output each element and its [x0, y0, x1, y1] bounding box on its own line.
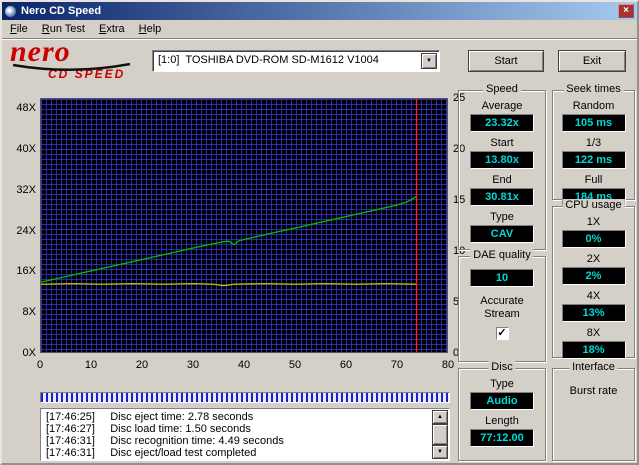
- panel-cpu-usage-title: CPU usage: [562, 199, 625, 211]
- axis-tick-label: 0: [36, 359, 44, 371]
- axis-tick-label: 60: [339, 359, 353, 371]
- axis-tick-label: 10: [84, 359, 98, 371]
- speed-type-label: Type: [490, 211, 514, 223]
- scroll-down-button[interactable]: ▼: [432, 445, 448, 459]
- panel-seek-times: Seek times Random 105 ms 1/3 122 ms Full…: [552, 83, 635, 206]
- menu-help[interactable]: Help: [132, 21, 169, 38]
- axis-tick-label: 0X: [22, 347, 36, 359]
- read-speed-curve: [41, 195, 417, 283]
- disc-type-label: Type: [490, 378, 514, 390]
- logo-swoosh: [12, 63, 131, 72]
- cpu-1x-value: 0%: [561, 230, 626, 248]
- title-bar[interactable]: Nero CD Speed ×: [2, 2, 637, 20]
- panel-speed: Speed Average 23.32x Start 13.80x End 30…: [458, 83, 546, 250]
- speed-end-value: 30.81x: [470, 188, 534, 206]
- axis-tick-label: 20: [135, 359, 149, 371]
- cpu-2x-value: 2%: [561, 267, 626, 285]
- panel-interface-title: Interface: [569, 361, 618, 373]
- axis-tick-label: 70: [390, 359, 404, 371]
- drive-selector-dropdown-button[interactable]: ▼: [421, 53, 437, 69]
- disc-length-label: Length: [485, 415, 519, 427]
- speed-chart: 48X 40X 32X 24X 16X 8X 0X 25 20 15 10 5 0 0 10 20 30 40 50…: [2, 90, 465, 384]
- log-box: [17:46:25] Disc eject time: 2.78 seconds…: [40, 408, 450, 461]
- axis-tick-label: 8X: [22, 306, 36, 319]
- scroll-up-button[interactable]: ▲: [432, 410, 448, 424]
- panel-dae-quality: DAE quality 10 Accurate Stream ✓: [458, 249, 546, 362]
- cpu-2x-label: 2X: [586, 253, 601, 265]
- cpu-8x-value: 18%: [561, 341, 626, 359]
- chevron-down-icon: ▼: [426, 58, 432, 64]
- test-progress-bar: [40, 392, 450, 403]
- dae-quality-value: 10: [470, 269, 534, 287]
- cpu-4x-value: 13%: [561, 304, 626, 322]
- log-line: [17:46:25] Disc eject time: 2.78 seconds: [46, 411, 254, 423]
- cpu-1x-label: 1X: [586, 216, 601, 228]
- seek-third-value: 122 ms: [561, 151, 626, 169]
- axis-tick-label: 40: [237, 359, 251, 371]
- accurate-stream-label: Accurate Stream: [480, 295, 524, 320]
- checkmark-icon: ✓: [497, 327, 507, 339]
- speed-average-label: Average: [481, 100, 523, 112]
- start-button[interactable]: Start: [468, 50, 544, 72]
- panel-cpu-usage: CPU usage 1X 0% 2X 2% 4X 13% 8X 18%: [552, 199, 635, 359]
- log-lines: [17:46:25] Disc eject time: 2.78 seconds…: [42, 410, 432, 459]
- axis-tick-label: 16X: [16, 265, 36, 278]
- axis-tick-label: 24X: [16, 224, 36, 237]
- app-icon: [4, 4, 17, 18]
- panel-seek-times-title: Seek times: [563, 83, 624, 95]
- log-line: [17:46:31] Disc recognition time: 4.49 s…: [46, 435, 284, 447]
- arrow-up-icon: ▲: [437, 414, 443, 420]
- menu-extra[interactable]: Extra: [92, 21, 132, 38]
- axis-tick-label: 48X: [16, 102, 36, 115]
- cpu-4x-label: 4X: [586, 290, 601, 302]
- speed-start-label: Start: [490, 137, 514, 149]
- log-line: [17:46:31] Disc eject/load test complete…: [46, 447, 257, 459]
- seek-random-label: Random: [572, 100, 615, 112]
- burst-rate-label: Burst rate: [569, 385, 618, 397]
- chart-plot-area: [40, 98, 448, 353]
- close-icon: ×: [623, 5, 629, 16]
- exit-button[interactable]: Exit: [558, 50, 626, 72]
- log-line: [17:46:27] Disc load time: 1.50 seconds: [46, 423, 251, 435]
- speed-start-value: 13.80x: [470, 151, 534, 169]
- drive-selector-combobox[interactable]: [1:0] TOSHIBA DVD-ROM SD-M1612 V1004 ▼: [152, 50, 440, 72]
- panel-disc-title: Disc: [488, 361, 516, 373]
- axis-tick-label: 80: [441, 359, 455, 371]
- axis-tick-label: 30: [186, 359, 200, 371]
- cpu-8x-label: 8X: [586, 327, 601, 339]
- nero-logo-wordmark: nero: [10, 35, 71, 68]
- disc-type-value: Audio: [470, 392, 534, 410]
- speed-average-value: 23.32x: [470, 114, 534, 132]
- nero-logo: nero CD SPEED: [10, 35, 150, 81]
- seek-full-label: Full: [584, 174, 603, 186]
- log-scrollbar[interactable]: ▲ ▼: [432, 410, 448, 459]
- panel-disc: Disc Type Audio Length 77:12.00: [458, 361, 546, 461]
- axis-tick-label: 32X: [16, 183, 36, 196]
- axis-tick-label: 50: [288, 359, 302, 371]
- panel-interface: Interface Burst rate: [552, 361, 635, 461]
- seek-third-label: 1/3: [585, 137, 602, 149]
- scrollbar-thumb[interactable]: [432, 424, 448, 445]
- speed-end-label: End: [492, 174, 512, 186]
- panel-speed-title: Speed: [483, 83, 521, 95]
- menu-bar: File Run Test Extra Help: [2, 20, 637, 39]
- seek-random-value: 105 ms: [561, 114, 626, 132]
- window-title: Nero CD Speed: [21, 5, 102, 17]
- disc-length-value: 77:12.00: [470, 429, 534, 447]
- close-button[interactable]: ×: [618, 4, 634, 18]
- accurate-stream-checkbox[interactable]: ✓: [495, 327, 509, 340]
- speed-type-value: CAV: [470, 225, 534, 243]
- rotation-speed-curve: [41, 282, 417, 287]
- panel-dae-quality-title: DAE quality: [470, 249, 534, 261]
- drive-selector-value: [1:0] TOSHIBA DVD-ROM SD-M1612 V1004: [158, 54, 379, 66]
- app-window: Nero CD Speed × File Run Test Extra Help…: [0, 0, 639, 465]
- axis-tick-label: 40X: [16, 143, 36, 155]
- arrow-down-icon: ▼: [437, 449, 443, 455]
